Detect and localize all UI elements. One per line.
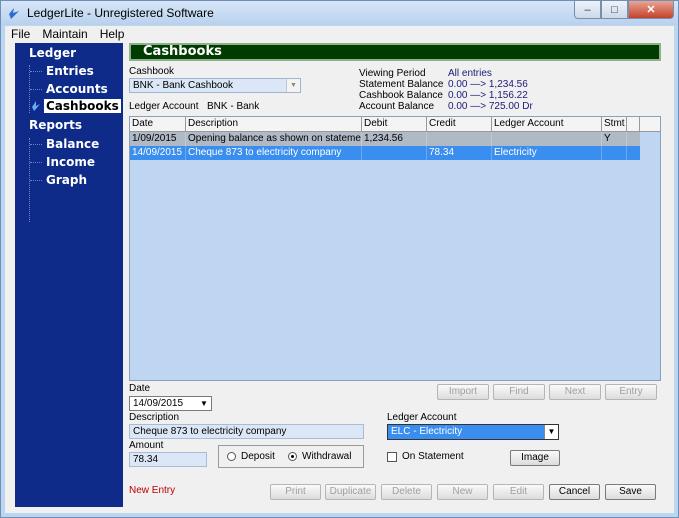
cell-description: Opening balance as shown on statement	[188, 132, 362, 146]
sidebar-item-accounts[interactable]: Accounts	[46, 82, 108, 96]
date-picker[interactable]: 14/09/2015 ▼	[129, 396, 212, 411]
column-header-date[interactable]: Date	[130, 117, 186, 132]
status-text: New Entry	[129, 485, 176, 496]
app-window: LedgerLite - Unregistered Software – □ ✕…	[0, 0, 679, 518]
chevron-down-icon: ▼	[286, 79, 300, 92]
menu-help[interactable]: Help	[94, 27, 131, 41]
import-button[interactable]: Import	[437, 384, 489, 400]
statement-balance-label: Statement Balance	[359, 79, 444, 90]
menu-file[interactable]: File	[5, 27, 36, 41]
cancel-button[interactable]: Cancel	[549, 484, 600, 500]
chevron-down-icon: ▼	[200, 399, 208, 408]
on-statement-label[interactable]: On Statement	[402, 451, 464, 462]
title-bar[interactable]: LedgerLite - Unregistered Software – □ ✕	[1, 1, 678, 25]
cashbook-balance-label: Cashbook Balance	[359, 90, 443, 101]
cashbook-balance-value: 0.00 —> 1,156.22	[448, 90, 528, 101]
cell-credit	[427, 132, 492, 146]
account-balance-value: 0.00 —> 725.00 Dr	[448, 101, 533, 112]
sidebar-item-cashbooks[interactable]: Cashbooks	[44, 99, 121, 113]
app-bird-icon	[9, 8, 19, 19]
entry-type-group: Deposit Withdrawal	[218, 445, 364, 468]
table-header: Date Description Debit Credit Ledger Acc…	[130, 117, 660, 132]
page-title: Cashbooks	[129, 43, 661, 61]
cell-ledger-account	[492, 132, 602, 146]
entries-table[interactable]: Date Description Debit Credit Ledger Acc…	[129, 116, 661, 381]
tree-branch	[30, 162, 42, 163]
duplicate-button[interactable]: Duplicate	[325, 484, 376, 500]
maximize-button[interactable]: □	[601, 1, 628, 19]
on-statement-checkbox[interactable]	[387, 452, 397, 462]
deposit-label[interactable]: Deposit	[241, 451, 275, 462]
tree-branch	[30, 89, 42, 90]
column-header-credit[interactable]: Credit	[427, 117, 492, 132]
tree-branch	[30, 71, 42, 72]
minimize-button[interactable]: –	[574, 1, 601, 19]
tree-branch	[30, 180, 42, 181]
delete-button[interactable]: Delete	[381, 484, 432, 500]
cell-debit	[362, 146, 427, 160]
cell-date: 14/09/2015	[130, 146, 186, 160]
sidebar-item-income[interactable]: Income	[46, 155, 95, 169]
column-header-description[interactable]: Description	[186, 117, 362, 132]
statement-balance-value: 0.00 —> 1,234.56	[448, 79, 528, 90]
ledger-account-label: Ledger Account	[129, 101, 199, 112]
ledger-account-value: BNK - Bank	[207, 101, 260, 112]
viewing-period-label: Viewing Period	[359, 68, 426, 79]
main-panel: Cashbooks Cashbook BNK - Bank Cashbook ▼…	[129, 42, 669, 513]
image-button[interactable]: Image	[510, 450, 560, 466]
deposit-radio[interactable]	[227, 452, 236, 461]
sidebar-item-ledger[interactable]: Ledger	[29, 46, 76, 60]
cell-stmt: Y	[602, 132, 627, 146]
cell-date: 1/09/2015	[130, 132, 186, 146]
next-button[interactable]: Next	[549, 384, 601, 400]
cell-credit: 78.34	[427, 146, 492, 160]
description-field[interactable]: Cheque 873 to electricity company	[129, 424, 364, 439]
sidebar: Ledger Entries Accounts Cashbooks Report…	[15, 43, 123, 507]
viewing-period-value[interactable]: All entries	[448, 68, 492, 79]
date-value: 14/09/2015	[133, 398, 184, 409]
ledger-account-select-value: ELC - Electricity	[391, 426, 463, 437]
tree-branch	[30, 144, 42, 145]
column-header-extra	[627, 117, 640, 132]
sidebar-item-cashbooks-label[interactable]: Cashbooks	[44, 99, 121, 113]
date-label: Date	[129, 383, 151, 394]
cashbook-select[interactable]: BNK - Bank Cashbook ▼	[129, 78, 301, 93]
column-header-ledger-account[interactable]: Ledger Account	[492, 117, 602, 132]
save-button[interactable]: Save	[605, 484, 656, 500]
cell-stmt	[602, 146, 627, 160]
cell-debit: 1,234.56	[362, 132, 427, 146]
amount-label: Amount	[129, 440, 164, 451]
sidebar-item-reports[interactable]: Reports	[29, 118, 82, 132]
sidebar-item-balance[interactable]: Balance	[46, 137, 99, 151]
withdrawal-label[interactable]: Withdrawal	[302, 451, 351, 462]
column-header-stmt[interactable]: Stmt	[602, 117, 627, 132]
description-label: Description	[129, 412, 180, 423]
chevron-down-icon: ▼	[544, 425, 558, 439]
sidebar-item-graph[interactable]: Graph	[46, 173, 87, 187]
column-header-debit[interactable]: Debit	[362, 117, 427, 132]
find-button[interactable]: Find	[493, 384, 545, 400]
entry-button[interactable]: Entry	[605, 384, 657, 400]
bird-marker-icon	[32, 101, 40, 111]
ledger-account-select[interactable]: ELC - Electricity ▼	[387, 424, 559, 440]
cell-ledger-account: Electricity	[492, 146, 602, 160]
new-button[interactable]: New	[437, 484, 488, 500]
edit-button[interactable]: Edit	[493, 484, 544, 500]
entry-ledger-account-label: Ledger Account	[387, 412, 457, 423]
table-row[interactable]: 1/09/2015 Opening balance as shown on st…	[130, 132, 640, 146]
menu-maintain[interactable]: Maintain	[36, 27, 93, 41]
menu-bar: File Maintain Help	[5, 26, 674, 42]
account-balance-label: Account Balance	[359, 101, 435, 112]
cashbook-label: Cashbook	[129, 66, 175, 77]
cashbook-select-value: BNK - Bank Cashbook	[133, 80, 234, 91]
sidebar-item-entries[interactable]: Entries	[46, 64, 94, 78]
client-area: Ledger Entries Accounts Cashbooks Report…	[5, 42, 674, 513]
print-button[interactable]: Print	[270, 484, 321, 500]
window-title: LedgerLite - Unregistered Software	[27, 6, 214, 20]
cell-description: Cheque 873 to electricity company	[186, 146, 362, 160]
amount-field[interactable]: 78.34	[129, 452, 207, 467]
close-button[interactable]: ✕	[628, 1, 674, 19]
withdrawal-radio[interactable]	[288, 452, 297, 461]
table-row[interactable]: 14/09/2015 Cheque 873 to electricity com…	[130, 146, 640, 160]
